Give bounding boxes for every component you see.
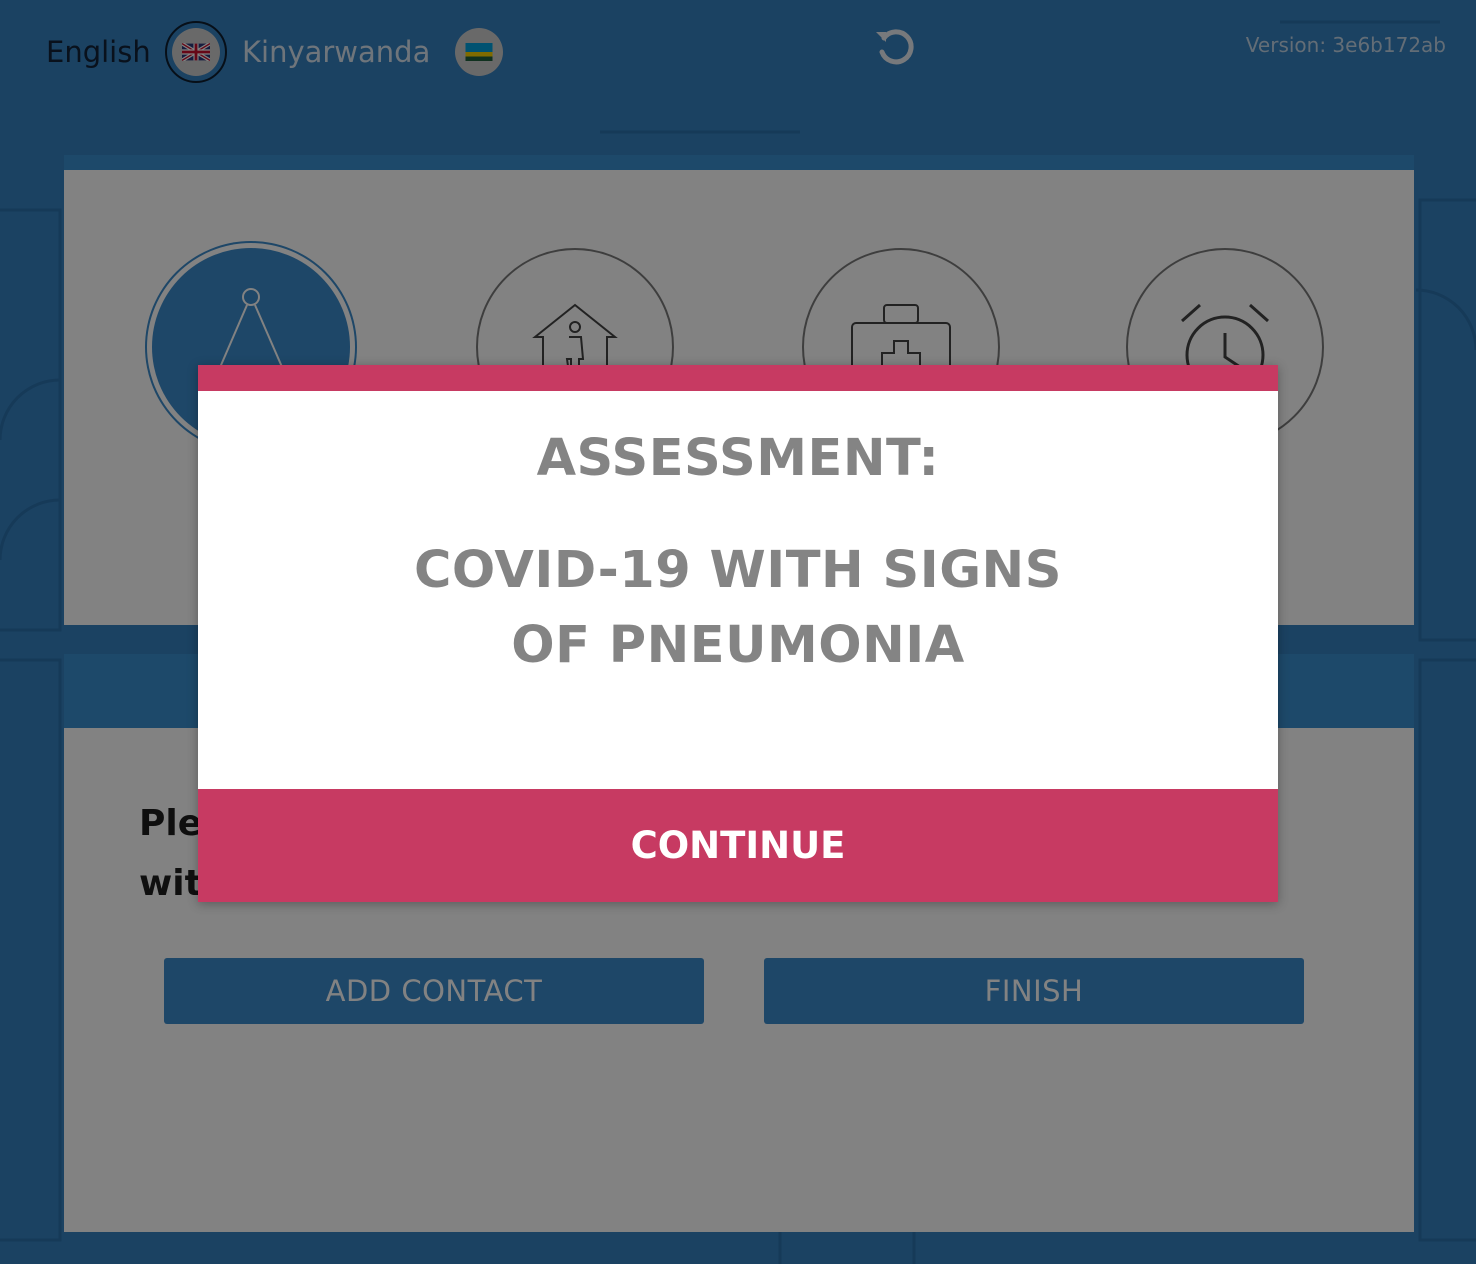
modal-heading: ASSESSMENT: — [536, 429, 940, 488]
assessment-modal: ASSESSMENT: COVID-19 WITH SIGNS OF PNEUM… — [198, 365, 1278, 902]
modal-top-bar — [198, 365, 1278, 391]
assessment-result: COVID-19 WITH SIGNS OF PNEUMONIA — [414, 541, 1062, 675]
continue-button[interactable]: CONTINUE — [198, 789, 1278, 902]
